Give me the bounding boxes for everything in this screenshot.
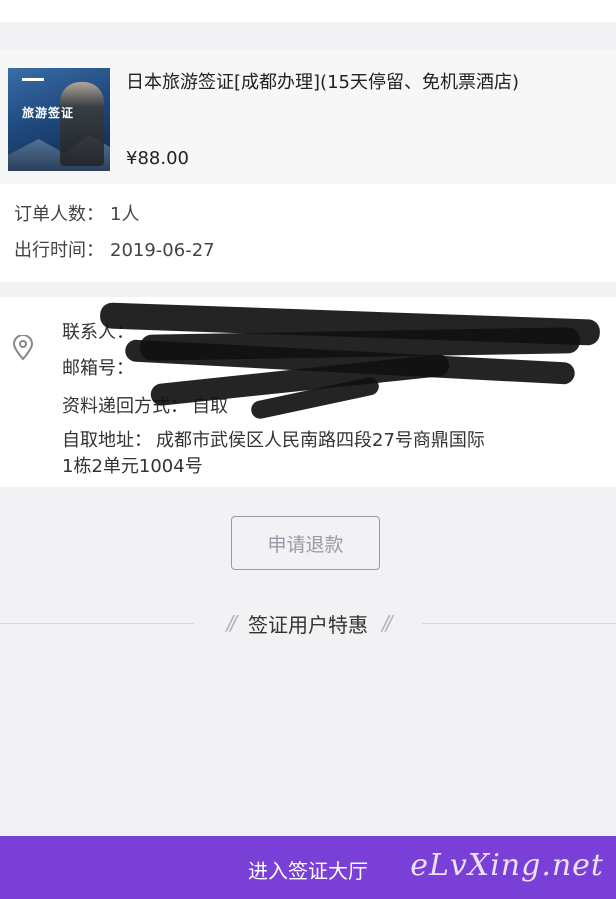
contact-address-label: 自取地址： xyxy=(62,430,152,451)
product-title: 日本旅游签证[成都办理](15天停留、免机票酒店) xyxy=(126,72,519,93)
contact-address-line2: 1栋2单元1004号 xyxy=(62,456,203,477)
contact-email-label: 邮箱号： xyxy=(62,358,134,379)
order-people-label: 订单人数： xyxy=(14,204,104,225)
hiker-graphic xyxy=(60,82,104,166)
deals-title: 签证用户特惠 xyxy=(248,612,368,637)
product-thumbnail: 旅游签证 xyxy=(8,68,110,171)
refund-button[interactable]: 申请退款 xyxy=(231,516,380,570)
product-summary[interactable]: 旅游签证 日本旅游签证[成都办理](15天停留、免机票酒店) ¥88.00 xyxy=(0,50,616,184)
slash-decoration-right: // xyxy=(382,611,393,635)
order-people-value: 1人 xyxy=(110,204,140,225)
order-card: 旅游签证 日本旅游签证[成都办理](15天停留、免机票酒店) ¥88.00 订单… xyxy=(0,50,616,282)
top-card-remnant xyxy=(0,0,616,22)
watermark: eLvXing.net xyxy=(410,848,604,883)
contact-email-row: 邮箱号： xyxy=(62,354,134,380)
enter-visa-hall-bar[interactable]: 进入签证大厅 eLvXing.net xyxy=(0,836,616,899)
product-price: ¥88.00 xyxy=(126,148,189,169)
location-pin-icon xyxy=(12,335,34,361)
order-people-row: 订单人数： 1人 xyxy=(14,200,139,226)
slash-decoration-left: // xyxy=(226,611,238,635)
contact-card: 联系人： 邮箱号： 资料递回方式： 自取 自取地址： 成都市武侯区人民南路四段27号… xyxy=(0,297,616,487)
order-date-row: 出行时间： 2019-06-27 xyxy=(14,236,215,262)
contact-address-line1: 成都市武侯区人民南路四段27号商鼎国际 xyxy=(156,430,485,451)
thumbnail-bar xyxy=(22,78,44,81)
order-date-value: 2019-06-27 xyxy=(110,240,215,261)
thumbnail-label: 旅游签证 xyxy=(22,106,75,120)
deals-heading: // 签证用户特惠 // xyxy=(194,607,422,639)
contact-address-row: 自取地址： 成都市武侯区人民南路四段27号商鼎国际 xyxy=(62,426,485,452)
order-date-label: 出行时间： xyxy=(14,240,104,261)
